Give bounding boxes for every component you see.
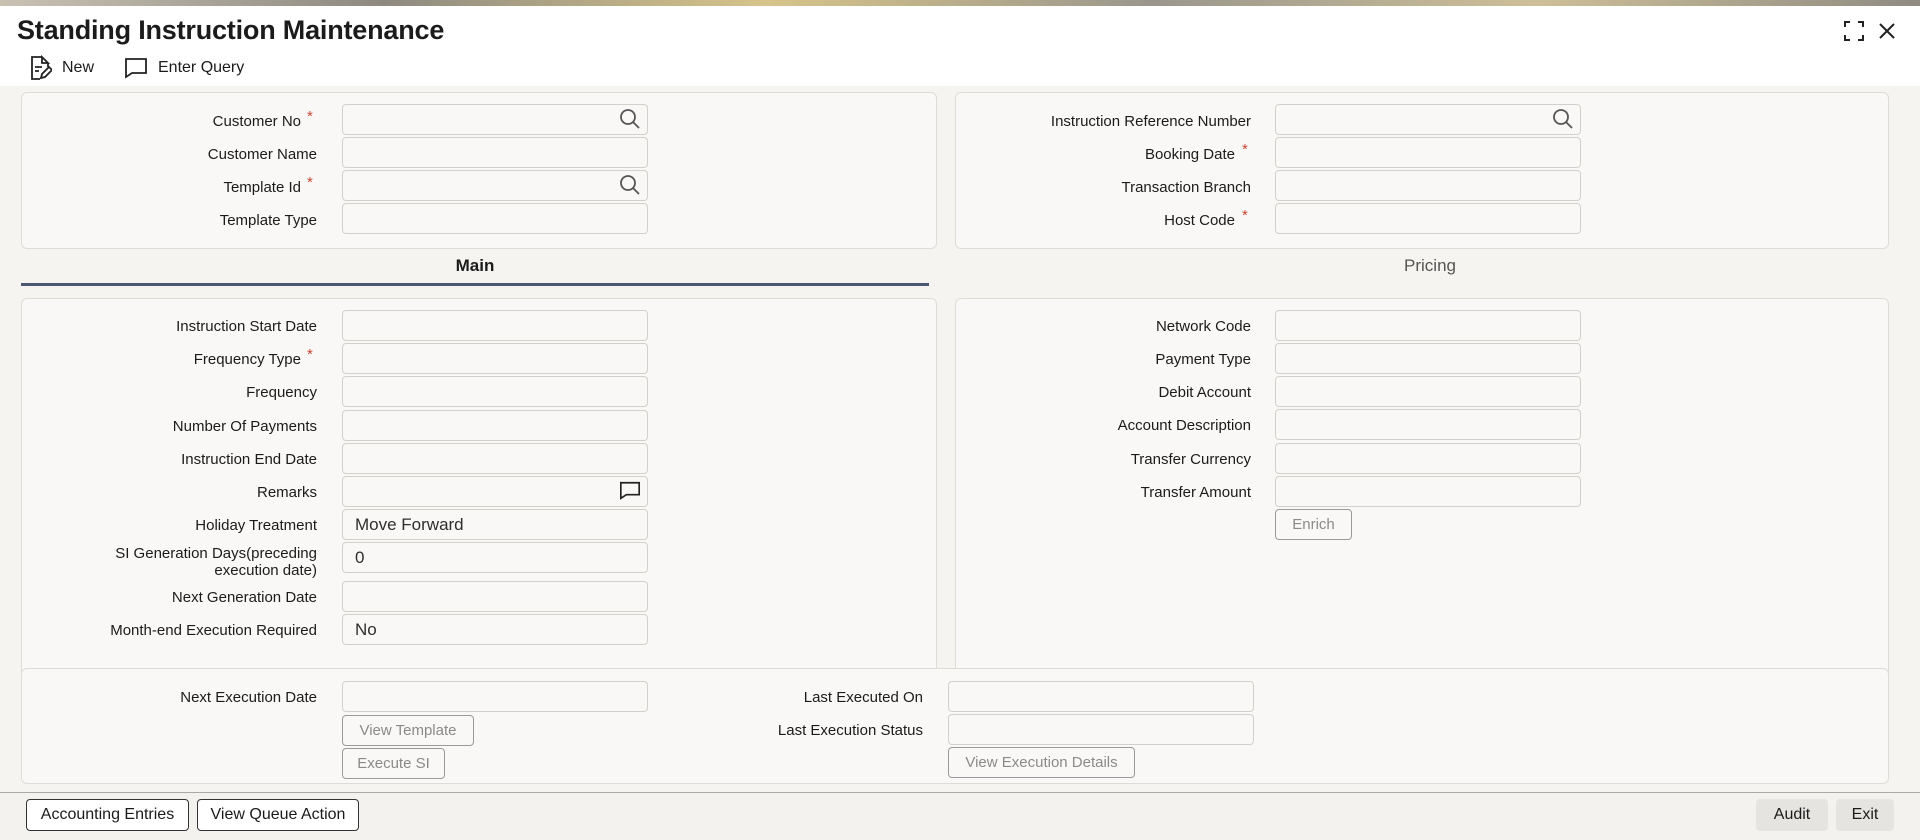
customer-name-input[interactable] [342, 137, 648, 168]
search-icon[interactable] [1552, 108, 1574, 130]
tab-main-label: Main [455, 256, 495, 275]
instruction-start-date-label: Instruction Start Date [176, 318, 317, 335]
template-id-input[interactable] [342, 170, 648, 201]
required-asterisk: * [307, 108, 313, 125]
transaction-branch-input[interactable] [1275, 170, 1581, 201]
template-type-label: Template Type [219, 212, 317, 229]
last-execution-status-label: Last Execution Status [777, 722, 923, 739]
maximize-icon[interactable] [1839, 16, 1869, 46]
tab-pricing-label: Pricing [1404, 256, 1456, 275]
required-asterisk: * [1242, 207, 1248, 224]
instruction-end-date-input[interactable] [342, 443, 648, 474]
account-description-label: Account Description [1117, 417, 1251, 434]
transfer-amount-input[interactable] [1275, 476, 1581, 507]
transfer-amount-label: Transfer Amount [1140, 484, 1251, 501]
new-button[interactable]: New [28, 54, 94, 82]
last-executed-on-label: Last Executed On [803, 689, 923, 706]
window-header: Standing Instruction Maintenance [0, 6, 1920, 50]
debit-account-input[interactable] [1275, 376, 1581, 407]
required-asterisk: * [307, 346, 313, 363]
page-title: Standing Instruction Maintenance [17, 15, 445, 45]
number-of-payments-input[interactable] [342, 410, 648, 441]
form-content: Customer No * Customer Name Template Id … [0, 86, 1920, 792]
si-generation-days-label-line1: SI Generation Days(preceding [115, 545, 317, 562]
payment-type-input[interactable] [1275, 343, 1581, 374]
view-template-button[interactable]: View Template [342, 715, 474, 746]
si-generation-days-label-line2: execution date) [214, 562, 317, 579]
required-asterisk: * [1242, 141, 1248, 158]
si-generation-days-label: SI Generation Days(preceding execution d… [40, 545, 317, 579]
customer-no-label: Customer No [212, 113, 301, 130]
next-generation-date-label: Next Generation Date [171, 589, 317, 606]
toolbar: New Enter Query [0, 50, 1920, 86]
network-code-input[interactable] [1275, 310, 1581, 341]
close-icon[interactable] [1872, 16, 1902, 46]
new-button-label: New [62, 59, 95, 76]
remarks-input[interactable] [342, 476, 648, 507]
holiday-treatment-label: Holiday Treatment [195, 517, 317, 534]
month-end-execution-label: Month-end Execution Required [110, 622, 317, 639]
view-execution-details-button[interactable]: View Execution Details [948, 747, 1135, 778]
frequency-type-label: Frequency Type [193, 351, 301, 368]
instruction-start-date-input[interactable] [342, 310, 648, 341]
next-execution-date-label: Next Execution Date [180, 689, 317, 706]
frequency-type-input[interactable] [342, 343, 648, 374]
customer-no-input[interactable] [342, 104, 648, 135]
instruction-reference-number-label: Instruction Reference Number [1050, 113, 1251, 130]
search-icon[interactable] [619, 174, 641, 196]
remarks-label: Remarks [256, 484, 317, 501]
transfer-currency-input[interactable] [1275, 443, 1581, 474]
next-execution-date-input[interactable] [342, 681, 648, 712]
tab-pricing[interactable]: Pricing [955, 256, 1905, 286]
enter-query-button[interactable]: Enter Query [124, 54, 244, 82]
account-description-input[interactable] [1275, 409, 1581, 440]
frequency-label: Frequency [246, 384, 317, 401]
network-code-label: Network Code [1155, 318, 1251, 335]
payment-type-label: Payment Type [1155, 351, 1251, 368]
holiday-treatment-select[interactable] [342, 509, 648, 540]
si-generation-days-input[interactable] [342, 542, 648, 573]
host-code-label: Host Code [1164, 212, 1235, 229]
new-document-icon [31, 55, 52, 80]
required-asterisk: * [307, 174, 313, 191]
month-end-execution-select[interactable] [342, 614, 648, 645]
instruction-reference-number-input[interactable] [1275, 104, 1581, 135]
template-type-input[interactable] [342, 203, 648, 234]
enter-query-label: Enter Query [158, 59, 245, 76]
audit-button[interactable]: Audit [1756, 799, 1828, 831]
execute-si-button[interactable]: Execute SI [342, 748, 445, 779]
booking-date-input[interactable] [1275, 137, 1581, 168]
transaction-branch-label: Transaction Branch [1121, 179, 1251, 196]
customer-name-label: Customer Name [207, 146, 317, 163]
debit-account-label: Debit Account [1158, 384, 1251, 401]
booking-date-label: Booking Date [1144, 146, 1235, 163]
accounting-entries-button[interactable]: Accounting Entries [26, 799, 189, 831]
frequency-input[interactable] [342, 376, 648, 407]
next-generation-date-input[interactable] [342, 581, 648, 612]
last-execution-status-input[interactable] [948, 714, 1254, 745]
enrich-button[interactable]: Enrich [1275, 509, 1352, 540]
template-id-label: Template Id [223, 179, 301, 196]
transfer-currency-label: Transfer Currency [1130, 451, 1251, 468]
number-of-payments-label: Number Of Payments [172, 418, 317, 435]
last-executed-on-input[interactable] [948, 681, 1254, 712]
view-queue-action-button[interactable]: View Queue Action [197, 799, 359, 831]
host-code-input[interactable] [1275, 203, 1581, 234]
instruction-end-date-label: Instruction End Date [181, 451, 317, 468]
footer: Accounting Entries View Queue Action Aud… [0, 792, 1920, 840]
comment-icon[interactable] [619, 480, 641, 502]
search-icon[interactable] [619, 108, 641, 130]
chat-query-icon [125, 58, 147, 79]
exit-button[interactable]: Exit [1836, 799, 1894, 831]
tab-main[interactable]: Main [21, 256, 929, 286]
